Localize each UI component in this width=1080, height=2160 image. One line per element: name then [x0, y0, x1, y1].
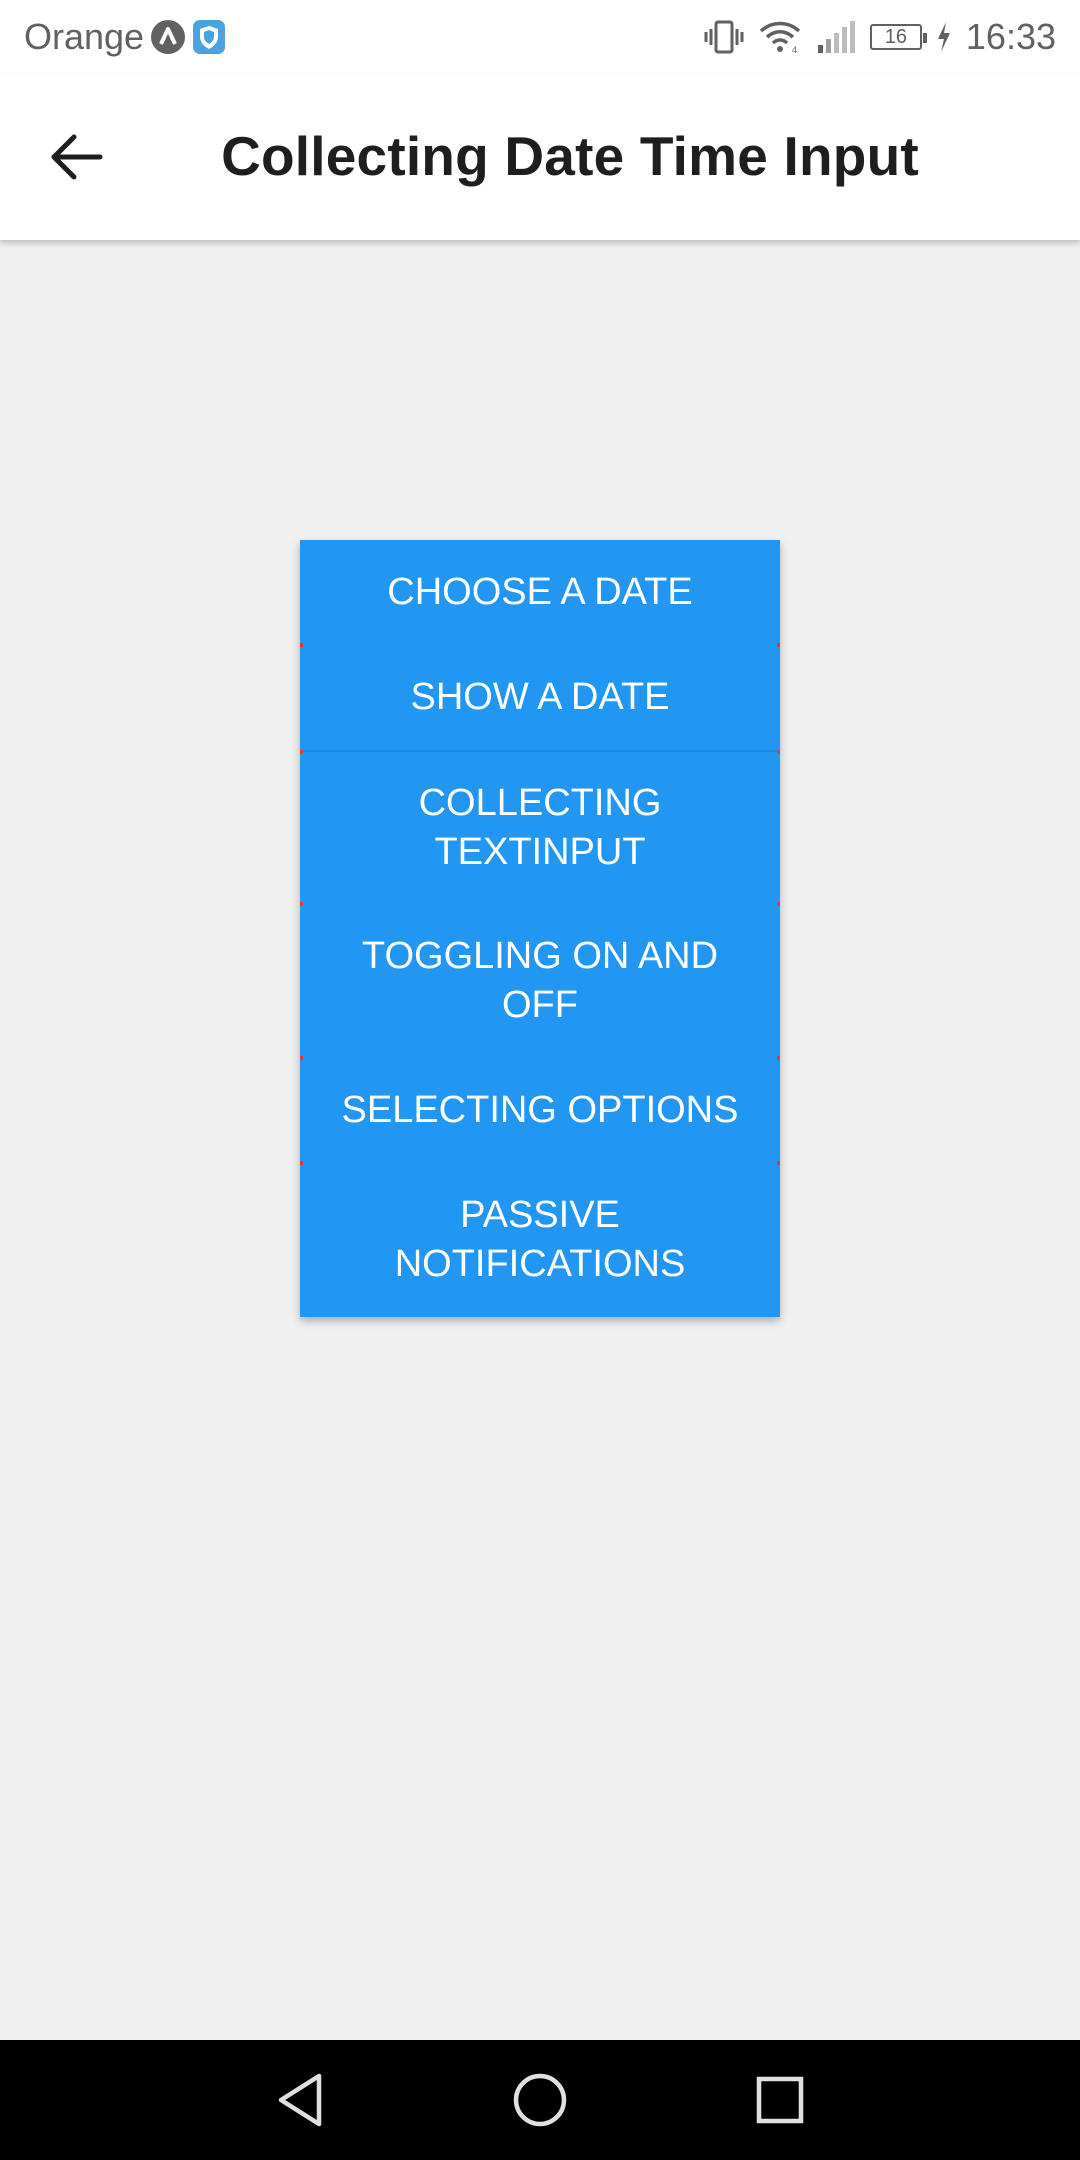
choose-date-button[interactable]: CHOOSE A DATE	[300, 540, 780, 645]
marker	[777, 643, 780, 647]
collecting-textinput-button[interactable]: COLLECTING TEXTINPUT	[300, 750, 780, 904]
shield-icon	[192, 19, 226, 55]
marker	[777, 1056, 780, 1060]
page-title: Collecting Date Time Input	[221, 125, 919, 187]
marker	[300, 643, 303, 647]
show-date-button[interactable]: SHOW A DATE	[300, 643, 780, 750]
triangle-back-icon	[275, 2072, 325, 2128]
status-bar: Orange 4 16 16:33	[0, 0, 1080, 74]
passive-notifications-button[interactable]: PASSIVE NOTIFICATIONS	[300, 1161, 780, 1317]
marker	[300, 750, 303, 754]
charging-bolt-icon	[936, 21, 952, 53]
clock: 16:33	[965, 16, 1056, 57]
nav-back-button[interactable]	[260, 2060, 340, 2140]
nav-home-button[interactable]	[500, 2060, 580, 2140]
wifi-icon: 4	[758, 19, 802, 55]
circle-home-icon	[512, 2072, 568, 2128]
nav-recents-button[interactable]	[740, 2060, 820, 2140]
carrier-name: Orange	[24, 16, 145, 57]
vibrate-icon	[704, 19, 744, 55]
marker	[300, 1161, 303, 1165]
marker	[777, 1161, 780, 1165]
marker	[300, 902, 303, 906]
signal-icon	[816, 19, 856, 55]
navigation-bar	[0, 2040, 1080, 2160]
button-label: SELECTING OPTIONS	[341, 1089, 739, 1131]
status-left: Orange	[24, 12, 226, 62]
svg-text:4: 4	[792, 45, 797, 55]
button-label: SHOW A DATE	[410, 676, 670, 718]
button-label: TOGGLING ON AND OFF	[361, 935, 719, 1026]
button-label: CHOOSE A DATE	[387, 571, 693, 613]
app-launcher-icon	[150, 19, 186, 55]
marker	[300, 1056, 303, 1060]
battery-icon: 16	[869, 24, 927, 50]
selecting-options-button[interactable]: SELECTING OPTIONS	[300, 1056, 780, 1163]
status-right: 4 16 16:33	[704, 12, 1056, 62]
marker	[777, 750, 780, 754]
marker	[777, 902, 780, 906]
toggling-button[interactable]: TOGGLING ON AND OFF	[300, 902, 780, 1058]
button-stack: CHOOSE A DATE SHOW A DATE COLLECTING TEX…	[300, 540, 780, 1317]
button-label: PASSIVE NOTIFICATIONS	[394, 1194, 686, 1285]
app-bar: Collecting Date Time Input	[0, 74, 1080, 240]
battery-level: 16	[884, 25, 908, 48]
button-label: COLLECTING TEXTINPUT	[418, 782, 662, 873]
square-recents-icon	[755, 2075, 805, 2125]
